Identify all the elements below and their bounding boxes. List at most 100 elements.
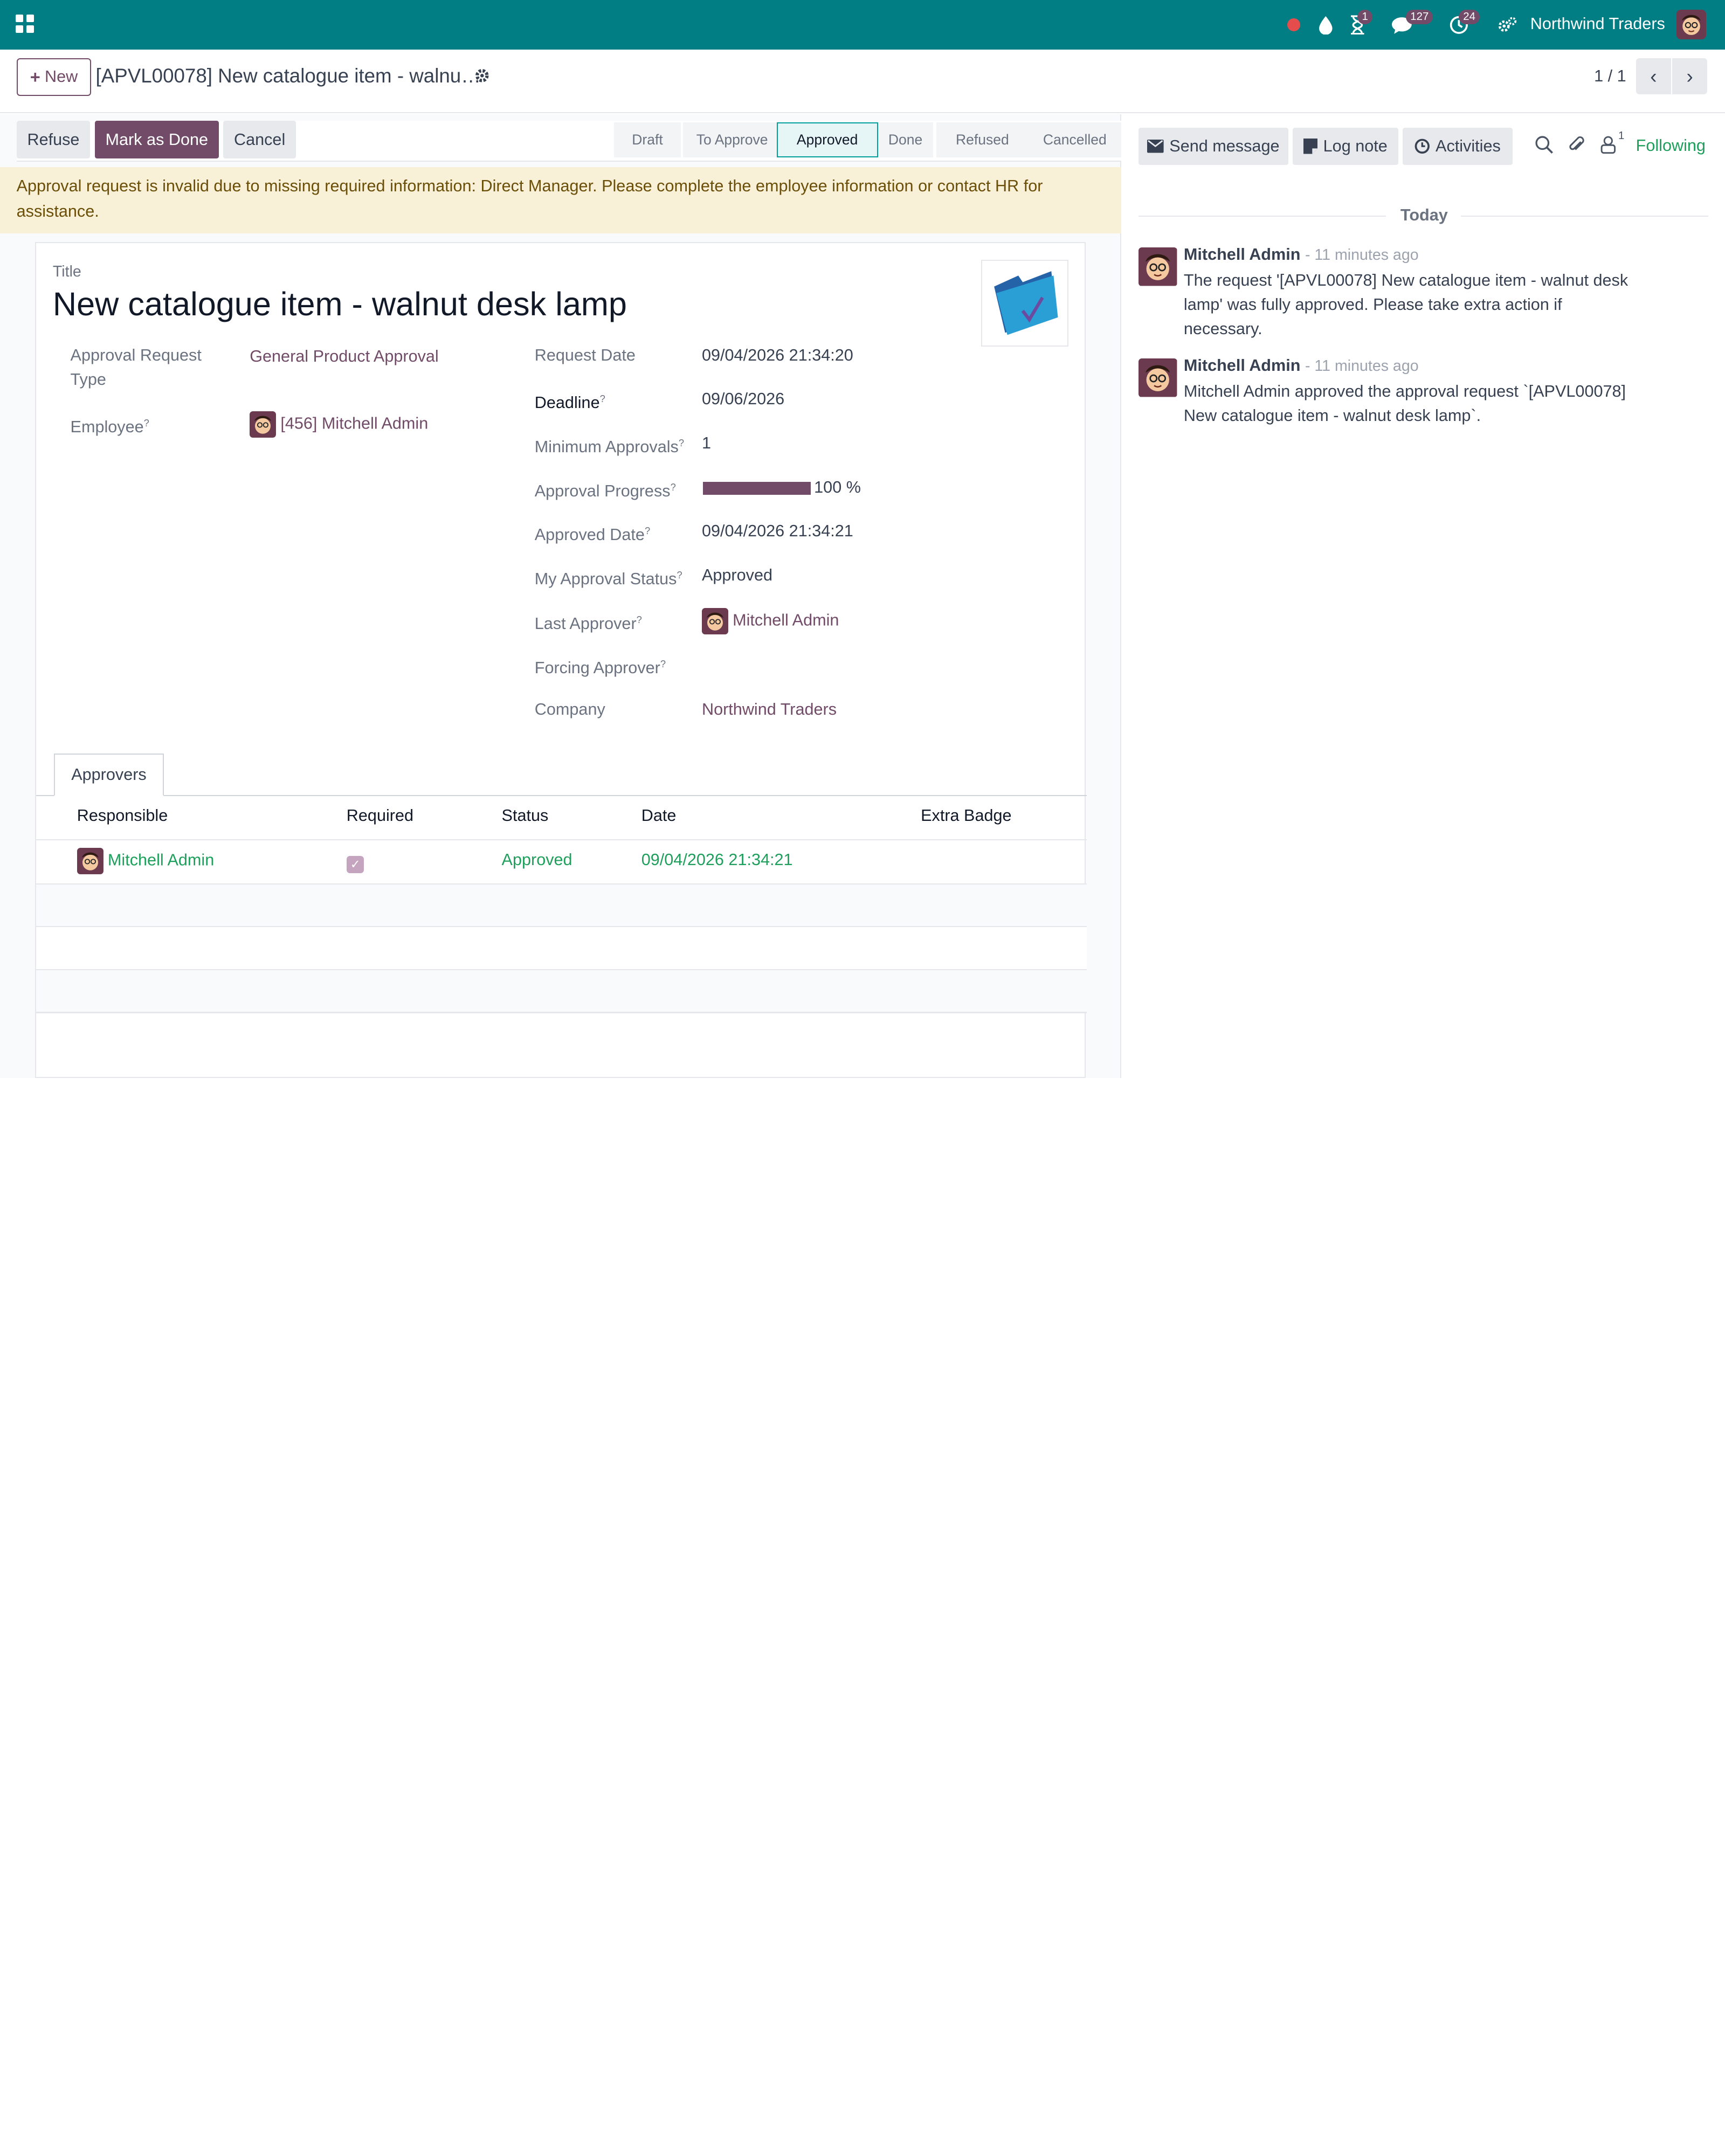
followers-lock-icon[interactable]	[1599, 135, 1619, 155]
stage-to-approve[interactable]: To Approve	[683, 122, 781, 157]
help-icon[interactable]: ?	[637, 614, 642, 625]
search-icon[interactable]	[1535, 135, 1555, 155]
column-responsible[interactable]: Responsible	[77, 806, 168, 825]
clock-icon[interactable]	[1448, 0, 1470, 50]
avatar	[250, 411, 277, 438]
divider	[1138, 215, 1386, 217]
control-panel: + New [APVL00078] New catalogue item - wa…	[0, 49, 1725, 114]
help-icon[interactable]: ?	[677, 569, 682, 581]
my-approval-status-value: Approved	[701, 565, 773, 584]
breadcrumb: [APVL00078] New catalogue item - walnu…	[95, 65, 481, 87]
company-switcher[interactable]: Northwind Traders	[1530, 15, 1665, 33]
avatar[interactable]	[1138, 247, 1177, 286]
stage-draft[interactable]: Draft	[613, 122, 681, 157]
message-time: - 11 minutes ago	[1305, 357, 1419, 375]
help-icon[interactable]: ?	[671, 481, 676, 493]
approval-type-label: Approval Request Type	[70, 345, 202, 389]
help-icon[interactable]: ?	[144, 417, 149, 429]
messages-icon[interactable]	[1391, 0, 1413, 50]
request-date-value[interactable]: 09/04/2026 21:34:20	[702, 343, 853, 368]
avatar	[77, 848, 104, 875]
apps-menu-icon[interactable]	[15, 14, 34, 33]
approval-progress-value: 100 %	[814, 478, 861, 496]
activities-hourglass-icon[interactable]	[1349, 0, 1367, 50]
refuse-button[interactable]: Refuse	[16, 121, 91, 158]
approval-progress-bar	[703, 481, 811, 495]
mark-as-done-button[interactable]: Mark as Done	[94, 121, 219, 158]
approved-date-label: Approved Date?	[534, 525, 651, 544]
help-icon[interactable]: ?	[600, 393, 605, 404]
new-button[interactable]: + New	[16, 58, 92, 96]
empty-row	[36, 927, 1087, 969]
forcing-approver-label: Forcing Approver?	[534, 658, 666, 678]
column-extra-badge[interactable]: Extra Badge	[921, 806, 1011, 825]
my-approval-status-label: My Approval Status?	[534, 569, 682, 589]
settings-cogs-icon[interactable]	[1496, 0, 1518, 50]
send-message-button[interactable]: Send message	[1138, 127, 1288, 165]
message-author: Mitchell Admin - 11 minutes ago	[1183, 356, 1419, 375]
form-view: Refuse Mark as Done Cancel Draft To Appr…	[0, 114, 1121, 1078]
column-date[interactable]: Date	[641, 806, 677, 825]
required-checkbox[interactable]: ✓	[346, 855, 364, 874]
pager-next-button[interactable]: ›	[1672, 58, 1708, 95]
last-approver-label: Last Approver?	[534, 614, 642, 633]
approval-type-value[interactable]: General Product Approval	[250, 344, 439, 369]
chevron-right-icon: ›	[1686, 65, 1693, 87]
warning-alert: Approval request is invalid due to missi…	[0, 167, 1121, 233]
divider	[1461, 215, 1709, 217]
row-status: Approved	[501, 851, 572, 869]
last-approver-value[interactable]: Mitchell Admin	[701, 608, 839, 635]
log-note-button[interactable]: Log note	[1292, 127, 1398, 165]
activities-badge: 1	[1357, 10, 1372, 24]
approval-progress-label: Approval Progress?	[534, 481, 676, 500]
deadline-label: Deadline?	[534, 393, 605, 412]
following-button[interactable]: Following	[1636, 136, 1706, 155]
minimum-approvals-label: Minimum Approvals?	[534, 437, 685, 457]
column-status[interactable]: Status	[502, 806, 549, 825]
paperclip-icon[interactable]	[1568, 135, 1588, 155]
employee-value[interactable]: [456] Mitchell Admin	[250, 411, 428, 438]
note-icon	[1303, 139, 1318, 154]
help-icon[interactable]: ?	[645, 525, 650, 536]
approved-date-value: 09/04/2026 21:34:21	[701, 522, 853, 541]
tab-approvers[interactable]: Approvers	[53, 753, 164, 797]
deadline-value[interactable]: 09/06/2026	[702, 387, 784, 411]
company-value[interactable]: Northwind Traders	[702, 697, 837, 722]
stage-approved[interactable]: Approved	[776, 122, 878, 157]
chevron-left-icon: ‹	[1650, 65, 1657, 87]
folder-icon	[981, 259, 1068, 347]
company-label: Company	[534, 700, 605, 718]
status-bar: Refuse Mark as Done Cancel Draft To Appr…	[16, 121, 1121, 162]
recording-icon[interactable]	[1286, 0, 1302, 50]
table-divider	[36, 839, 1087, 841]
help-icon[interactable]: ?	[660, 658, 666, 669]
gear-icon[interactable]	[474, 67, 492, 85]
avatar[interactable]	[1138, 358, 1177, 397]
stage-cancelled[interactable]: Cancelled	[1029, 122, 1121, 157]
title-field[interactable]: New catalogue item - walnut desk lamp	[53, 285, 627, 323]
user-avatar[interactable]	[1676, 10, 1707, 40]
tab-divider	[36, 795, 1087, 797]
message-time: - 11 minutes ago	[1305, 246, 1419, 264]
chatter-panel: Send message Log note Activities 1 Follo…	[1122, 114, 1725, 1078]
drop-icon[interactable]	[1317, 0, 1335, 50]
minimum-approvals-value[interactable]: 1	[702, 431, 711, 455]
clock-icon	[1414, 139, 1430, 154]
cancel-button[interactable]: Cancel	[223, 121, 296, 158]
help-icon[interactable]: ?	[679, 437, 684, 448]
column-required[interactable]: Required	[347, 806, 413, 825]
row-responsible[interactable]: Mitchell Admin	[77, 848, 214, 875]
pager-value[interactable]: 1 / 1	[1594, 67, 1626, 86]
form-sheet: Title New catalogue item - walnut desk l…	[35, 241, 1087, 1078]
pager-previous-button[interactable]: ‹	[1636, 58, 1671, 95]
row-date: 09/04/2026 21:34:21	[641, 851, 793, 869]
activities-button[interactable]: Activities	[1403, 127, 1513, 165]
avatar	[701, 608, 728, 635]
stage-refused[interactable]: Refused	[936, 122, 1029, 157]
clock-badge: 24	[1459, 10, 1480, 24]
messages-badge: 127	[1406, 10, 1433, 24]
empty-row	[36, 884, 1087, 927]
date-separator: Today	[1400, 205, 1448, 224]
stage-done[interactable]: Done	[878, 122, 933, 157]
followers-count: 1	[1618, 129, 1625, 142]
